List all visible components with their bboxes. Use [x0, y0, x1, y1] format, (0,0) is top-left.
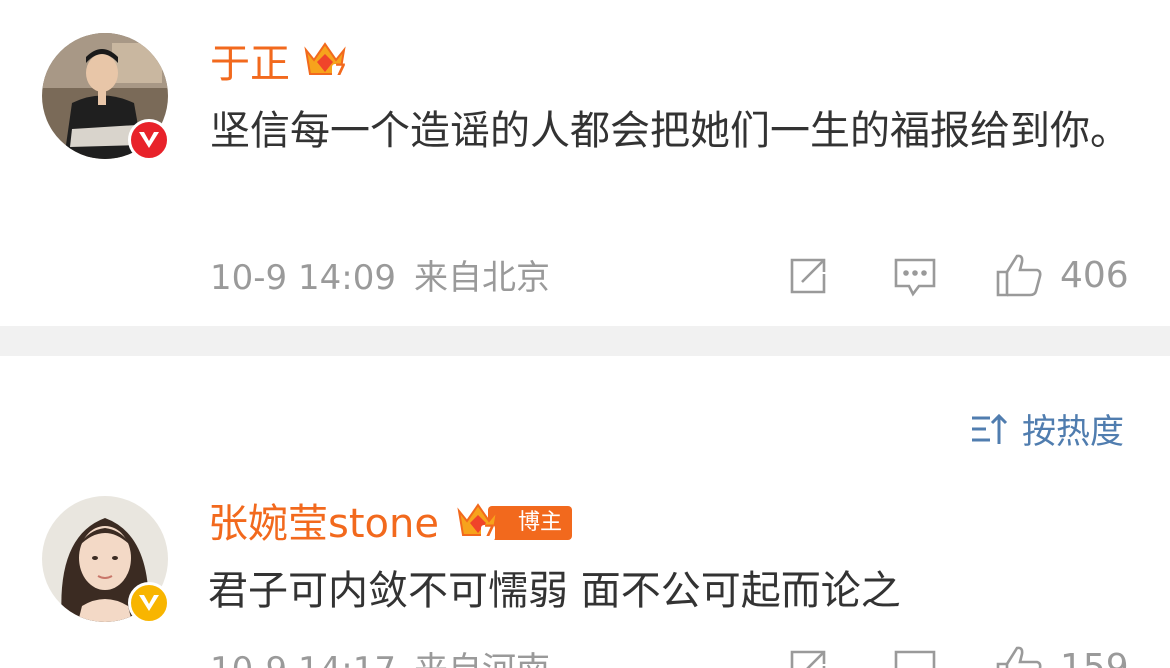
like-count: 159: [1060, 647, 1129, 668]
location: 来自河南: [414, 650, 550, 668]
like-count: 406: [1060, 255, 1129, 296]
username[interactable]: 于正: [210, 40, 290, 88]
verified-icon: [128, 582, 170, 624]
share-icon[interactable]: [788, 648, 830, 668]
like-icon[interactable]: [995, 644, 1043, 668]
verified-icon: [128, 119, 170, 161]
sort-by-hot-button[interactable]: 按热度: [970, 404, 1124, 453]
sort-icon: [972, 413, 1008, 444]
crown-icon: 7: [455, 501, 501, 547]
sort-label: 按热度: [1022, 412, 1124, 452]
comment-text: 君子可内敛不可懦弱 面不公可起而论之: [208, 568, 901, 614]
comment-card: 按热度 张婉莹stone 博主 7 君子可内敛不可懦弱 面不公可起而论之 10-…: [0, 356, 1170, 668]
comment-icon[interactable]: [893, 256, 937, 302]
level-number: 7: [484, 521, 496, 540]
share-icon[interactable]: [788, 256, 830, 300]
timestamp: 10-9 14:09: [210, 258, 396, 298]
username[interactable]: 张婉莹stone: [208, 500, 439, 548]
level-number: 7: [335, 60, 347, 79]
timestamp: 10-9 14:17: [210, 650, 396, 668]
comment-meta: 10-9 14:09 来自北京: [210, 258, 550, 298]
like-icon[interactable]: [995, 252, 1043, 302]
comment-meta: 10-9 14:17 来自河南: [210, 650, 550, 668]
comment-icon[interactable]: [893, 648, 937, 668]
comment-card: 于正 7 坚信每一个造谣的人都会把她们一生的福报给到你。 10-9 14:09 来…: [0, 0, 1170, 326]
crown-icon: 7: [302, 40, 348, 86]
section-divider: [0, 326, 1170, 356]
location: 来自北京: [413, 258, 550, 298]
comment-text: 坚信每一个造谣的人都会把她们一生的福报给到你。: [210, 108, 1130, 154]
